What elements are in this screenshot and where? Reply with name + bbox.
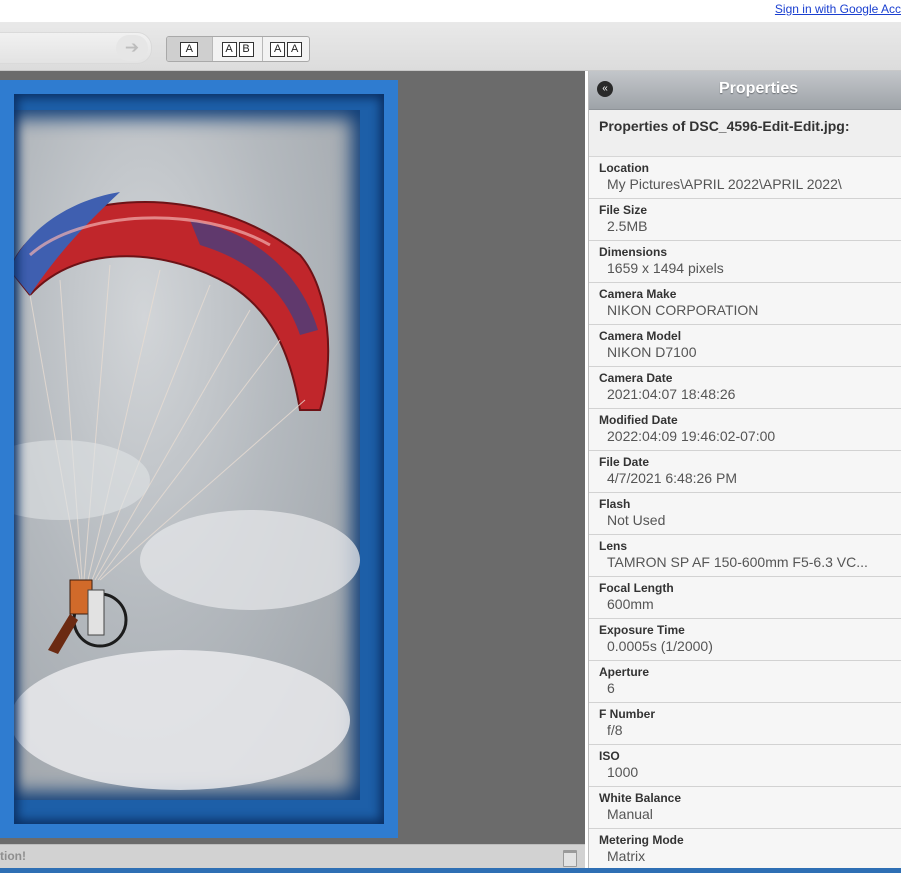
property-row: Aperture 6 <box>589 661 901 703</box>
property-value: 2021:04:07 18:48:26 <box>607 386 736 402</box>
property-label: Exposure Time <box>599 623 685 637</box>
property-value: TAMRON SP AF 150-600mm F5-6.3 VC... <box>607 554 868 570</box>
property-row: Camera Model NIKON D7100 <box>589 325 901 367</box>
sign-in-link[interactable]: Sign in with Google Acc <box>775 2 901 16</box>
property-row: Location My Pictures\APRIL 2022\APRIL 202… <box>589 157 901 199</box>
property-label: Camera Make <box>599 287 677 301</box>
view-letter: A <box>287 41 303 57</box>
property-row: File Size 2.5MB <box>589 199 901 241</box>
property-list: Location My Pictures\APRIL 2022\APRIL 202… <box>589 157 901 868</box>
status-bar: tion! trash <box>0 844 585 869</box>
photo[interactable] <box>0 80 398 838</box>
property-label: F Number <box>599 707 656 721</box>
property-value: Matrix <box>607 848 646 864</box>
property-label: Metering Mode <box>599 833 684 847</box>
panel-header: « Properties <box>589 71 901 110</box>
property-row: F Number f/8 <box>589 703 901 745</box>
property-label: ISO <box>599 749 620 763</box>
panel-title: Properties <box>719 80 799 97</box>
property-value: 2022:04:09 19:46:02-07:00 <box>607 428 776 444</box>
property-label: Lens <box>599 539 628 553</box>
property-label: Camera Date <box>599 371 673 385</box>
property-row: Lens TAMRON SP AF 150-600mm F5-6.3 VC... <box>589 535 901 577</box>
compare-view-button[interactable]: A B <box>213 37 264 61</box>
toolbar: ➔ A A B A A <box>0 22 901 71</box>
trash-icon[interactable]: trash <box>563 850 577 867</box>
view-letter: A <box>221 41 237 57</box>
property-value: 6 <box>607 680 615 696</box>
properties-panel: « Properties Properties of DSC_4596-Edit… <box>588 71 901 868</box>
property-label: Modified Date <box>599 413 678 427</box>
double-chevron-left-icon[interactable]: « <box>597 81 613 97</box>
property-value: Manual <box>607 806 653 822</box>
property-value: My Pictures\APRIL 2022\APRIL 2022\ <box>607 176 842 192</box>
property-label: Camera Model <box>599 329 682 343</box>
property-row: White Balance Manual <box>589 787 901 829</box>
paraglider-illustration <box>0 192 360 790</box>
property-value: f/8 <box>607 722 623 738</box>
property-value: Not Used <box>607 512 666 528</box>
view-letter: A <box>180 41 199 57</box>
property-row: Modified Date 2022:04:09 19:46:02-07:00 <box>589 409 901 451</box>
status-text: tion! <box>0 849 26 863</box>
property-value: 0.0005s (1/2000) <box>607 638 713 654</box>
property-value: 1659 x 1494 pixels <box>607 260 724 276</box>
property-row: Metering Mode Matrix <box>589 829 901 868</box>
property-value: 4/7/2021 6:48:26 PM <box>607 470 737 486</box>
property-value: NIKON CORPORATION <box>607 302 759 318</box>
property-row: Flash Not Used <box>589 493 901 535</box>
single-view-button[interactable]: A <box>167 37 213 61</box>
property-row: Dimensions 1659 x 1494 pixels <box>589 241 901 283</box>
view-letter: B <box>238 41 254 57</box>
property-row: ISO 1000 <box>589 745 901 787</box>
image-viewer[interactable] <box>0 71 585 844</box>
property-row: Exposure Time 0.0005s (1/2000) <box>589 619 901 661</box>
property-label: File Size <box>599 203 648 217</box>
bottom-accent-bar <box>0 868 901 873</box>
property-label: File Date <box>599 455 650 469</box>
property-row: File Date 4/7/2021 6:48:26 PM <box>589 451 901 493</box>
property-value: NIKON D7100 <box>607 344 697 360</box>
property-label: Location <box>599 161 649 175</box>
property-label: Dimensions <box>599 245 668 259</box>
property-label: Flash <box>599 497 631 511</box>
arrow-right-icon: ➔ <box>124 38 140 57</box>
property-value: 600mm <box>607 596 654 612</box>
property-label: Focal Length <box>599 581 674 595</box>
forward-button[interactable]: ➔ <box>116 35 148 61</box>
property-row: Focal Length 600mm <box>589 577 901 619</box>
property-row: Camera Date 2021:04:07 18:48:26 <box>589 367 901 409</box>
file-heading: Properties of DSC_4596-Edit-Edit.jpg: <box>589 110 901 157</box>
top-bar: Sign in with Google Acc <box>0 0 901 22</box>
property-value: 1000 <box>607 764 639 780</box>
duplicate-view-button[interactable]: A A <box>263 37 309 61</box>
property-row: Camera Make NIKON CORPORATION <box>589 283 901 325</box>
view-letter: A <box>270 41 286 57</box>
property-label: Aperture <box>599 665 650 679</box>
property-value: 2.5MB <box>607 218 648 234</box>
property-label: White Balance <box>599 791 682 805</box>
view-mode-group: A A B A A <box>166 36 310 62</box>
